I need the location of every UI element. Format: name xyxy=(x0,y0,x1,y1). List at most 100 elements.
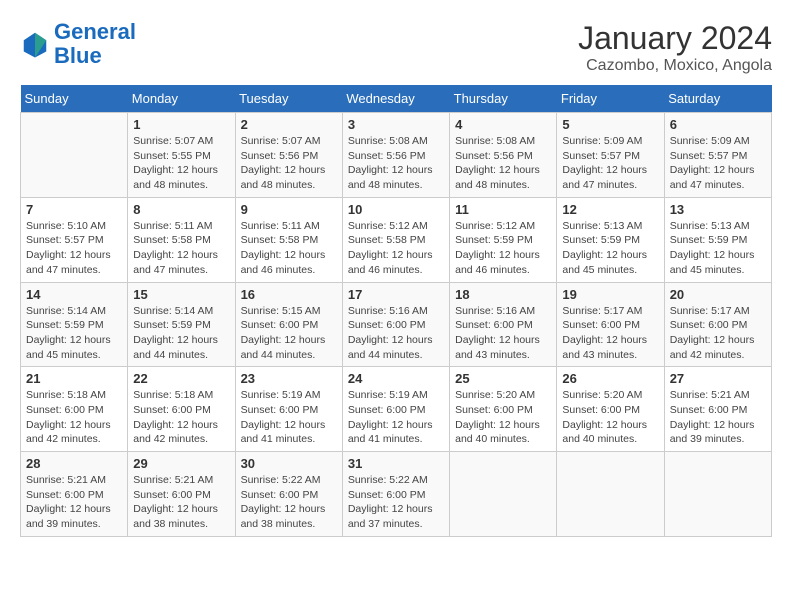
day-detail: Sunrise: 5:16 AMSunset: 6:00 PMDaylight:… xyxy=(348,304,444,363)
header-monday: Monday xyxy=(128,85,235,113)
calendar-subtitle: Cazombo, Moxico, Angola xyxy=(578,57,772,75)
day-detail: Sunrise: 5:18 AMSunset: 6:00 PMDaylight:… xyxy=(26,388,122,447)
day-detail: Sunrise: 5:11 AMSunset: 5:58 PMDaylight:… xyxy=(241,219,337,278)
day-number: 15 xyxy=(133,287,229,302)
calendar-cell: 2 Sunrise: 5:07 AMSunset: 5:56 PMDaylight… xyxy=(235,113,342,198)
day-detail: Sunrise: 5:17 AMSunset: 6:00 PMDaylight:… xyxy=(562,304,658,363)
day-number: 2 xyxy=(241,117,337,132)
day-number: 19 xyxy=(562,287,658,302)
day-detail: Sunrise: 5:19 AMSunset: 6:00 PMDaylight:… xyxy=(348,388,444,447)
calendar-cell: 30Sunrise: 5:22 AMSunset: 6:00 PMDayligh… xyxy=(235,452,342,537)
day-detail: Sunrise: 5:11 AMSunset: 5:58 PMDaylight:… xyxy=(133,219,229,278)
day-detail: Sunrise: 5:10 AMSunset: 5:57 PMDaylight:… xyxy=(26,219,122,278)
calendar-cell: 20Sunrise: 5:17 AMSunset: 6:00 PMDayligh… xyxy=(664,282,771,367)
day-number: 26 xyxy=(562,371,658,386)
header-saturday: Saturday xyxy=(664,85,771,113)
calendar-cell: 11 Sunrise: 5:12 AMSunset: 5:59 PMDayligh… xyxy=(450,197,557,282)
day-number: 24 xyxy=(348,371,444,386)
calendar-cell xyxy=(21,113,128,198)
day-detail: Sunrise: 5:18 AMSunset: 6:00 PMDaylight:… xyxy=(133,388,229,447)
calendar-cell: 13 Sunrise: 5:13 AMSunset: 5:59 PMDayligh… xyxy=(664,197,771,282)
day-detail: Sunrise: 5:14 AMSunset: 5:59 PMDaylight:… xyxy=(133,304,229,363)
calendar-cell: 23 Sunrise: 5:19 AMSunset: 6:00 PMDayligh… xyxy=(235,367,342,452)
header-tuesday: Tuesday xyxy=(235,85,342,113)
day-detail: Sunrise: 5:09 AMSunset: 5:57 PMDaylight:… xyxy=(562,134,658,193)
day-detail: Sunrise: 5:20 AMSunset: 6:00 PMDaylight:… xyxy=(455,388,551,447)
day-number: 12 xyxy=(562,202,658,217)
logo: General Blue xyxy=(20,20,136,68)
calendar-week-row: 28 Sunrise: 5:21 AMSunset: 6:00 PMDayligh… xyxy=(21,452,772,537)
day-detail: Sunrise: 5:20 AMSunset: 6:00 PMDaylight:… xyxy=(562,388,658,447)
page-header: General Blue January 2024 Cazombo, Moxic… xyxy=(20,20,772,75)
day-number: 17 xyxy=(348,287,444,302)
day-number: 9 xyxy=(241,202,337,217)
day-detail: Sunrise: 5:12 AMSunset: 5:58 PMDaylight:… xyxy=(348,219,444,278)
day-number: 1 xyxy=(133,117,229,132)
day-number: 31 xyxy=(348,456,444,471)
header-wednesday: Wednesday xyxy=(342,85,449,113)
day-detail: Sunrise: 5:16 AMSunset: 6:00 PMDaylight:… xyxy=(455,304,551,363)
calendar-cell: 29 Sunrise: 5:21 AMSunset: 6:00 PMDayligh… xyxy=(128,452,235,537)
day-number: 29 xyxy=(133,456,229,471)
day-detail: Sunrise: 5:07 AMSunset: 5:56 PMDaylight:… xyxy=(241,134,337,193)
calendar-cell: 12Sunrise: 5:13 AMSunset: 5:59 PMDayligh… xyxy=(557,197,664,282)
calendar-cell xyxy=(664,452,771,537)
day-detail: Sunrise: 5:07 AMSunset: 5:55 PMDaylight:… xyxy=(133,134,229,193)
calendar-title: January 2024 xyxy=(578,20,772,57)
day-detail: Sunrise: 5:21 AMSunset: 6:00 PMDaylight:… xyxy=(133,473,229,532)
calendar-week-row: 14 Sunrise: 5:14 AMSunset: 5:59 PMDayligh… xyxy=(21,282,772,367)
day-number: 25 xyxy=(455,371,551,386)
calendar-header-row: Sunday Monday Tuesday Wednesday Thursday… xyxy=(21,85,772,113)
day-number: 10 xyxy=(348,202,444,217)
day-number: 14 xyxy=(26,287,122,302)
logo-icon xyxy=(20,29,50,59)
calendar-cell: 24 Sunrise: 5:19 AMSunset: 6:00 PMDayligh… xyxy=(342,367,449,452)
calendar-cell: 7 Sunrise: 5:10 AMSunset: 5:57 PMDaylight… xyxy=(21,197,128,282)
day-detail: Sunrise: 5:08 AMSunset: 5:56 PMDaylight:… xyxy=(348,134,444,193)
calendar-cell: 26 Sunrise: 5:20 AMSunset: 6:00 PMDayligh… xyxy=(557,367,664,452)
day-number: 11 xyxy=(455,202,551,217)
calendar-cell: 18 Sunrise: 5:16 AMSunset: 6:00 PMDayligh… xyxy=(450,282,557,367)
day-detail: Sunrise: 5:09 AMSunset: 5:57 PMDaylight:… xyxy=(670,134,766,193)
calendar-cell xyxy=(557,452,664,537)
header-thursday: Thursday xyxy=(450,85,557,113)
title-area: January 2024 Cazombo, Moxico, Angola xyxy=(578,20,772,75)
day-number: 13 xyxy=(670,202,766,217)
day-number: 28 xyxy=(26,456,122,471)
calendar-cell: 27 Sunrise: 5:21 AMSunset: 6:00 PMDayligh… xyxy=(664,367,771,452)
calendar-cell: 5 Sunrise: 5:09 AMSunset: 5:57 PMDaylight… xyxy=(557,113,664,198)
day-detail: Sunrise: 5:08 AMSunset: 5:56 PMDaylight:… xyxy=(455,134,551,193)
day-number: 6 xyxy=(670,117,766,132)
day-detail: Sunrise: 5:13 AMSunset: 5:59 PMDaylight:… xyxy=(670,219,766,278)
day-number: 18 xyxy=(455,287,551,302)
calendar-cell: 25 Sunrise: 5:20 AMSunset: 6:00 PMDayligh… xyxy=(450,367,557,452)
calendar-cell: 4 Sunrise: 5:08 AMSunset: 5:56 PMDaylight… xyxy=(450,113,557,198)
day-number: 8 xyxy=(133,202,229,217)
calendar-cell: 6 Sunrise: 5:09 AMSunset: 5:57 PMDaylight… xyxy=(664,113,771,198)
day-number: 3 xyxy=(348,117,444,132)
header-friday: Friday xyxy=(557,85,664,113)
day-number: 7 xyxy=(26,202,122,217)
day-number: 5 xyxy=(562,117,658,132)
calendar-cell: 22Sunrise: 5:18 AMSunset: 6:00 PMDayligh… xyxy=(128,367,235,452)
header-sunday: Sunday xyxy=(21,85,128,113)
calendar-cell: 19 Sunrise: 5:17 AMSunset: 6:00 PMDayligh… xyxy=(557,282,664,367)
calendar-cell: 17 Sunrise: 5:16 AMSunset: 6:00 PMDayligh… xyxy=(342,282,449,367)
calendar-cell: 14 Sunrise: 5:14 AMSunset: 5:59 PMDayligh… xyxy=(21,282,128,367)
day-detail: Sunrise: 5:12 AMSunset: 5:59 PMDaylight:… xyxy=(455,219,551,278)
day-detail: Sunrise: 5:21 AMSunset: 6:00 PMDaylight:… xyxy=(670,388,766,447)
day-number: 4 xyxy=(455,117,551,132)
day-number: 27 xyxy=(670,371,766,386)
logo-line1: General xyxy=(54,19,136,44)
logo-text: General Blue xyxy=(54,20,136,68)
day-number: 21 xyxy=(26,371,122,386)
calendar-week-row: 21 Sunrise: 5:18 AMSunset: 6:00 PMDayligh… xyxy=(21,367,772,452)
day-detail: Sunrise: 5:17 AMSunset: 6:00 PMDaylight:… xyxy=(670,304,766,363)
day-detail: Sunrise: 5:15 AMSunset: 6:00 PMDaylight:… xyxy=(241,304,337,363)
day-detail: Sunrise: 5:14 AMSunset: 5:59 PMDaylight:… xyxy=(26,304,122,363)
day-detail: Sunrise: 5:21 AMSunset: 6:00 PMDaylight:… xyxy=(26,473,122,532)
day-number: 23 xyxy=(241,371,337,386)
day-detail: Sunrise: 5:19 AMSunset: 6:00 PMDaylight:… xyxy=(241,388,337,447)
day-detail: Sunrise: 5:22 AMSunset: 6:00 PMDaylight:… xyxy=(241,473,337,532)
calendar-cell: 1 Sunrise: 5:07 AMSunset: 5:55 PMDaylight… xyxy=(128,113,235,198)
